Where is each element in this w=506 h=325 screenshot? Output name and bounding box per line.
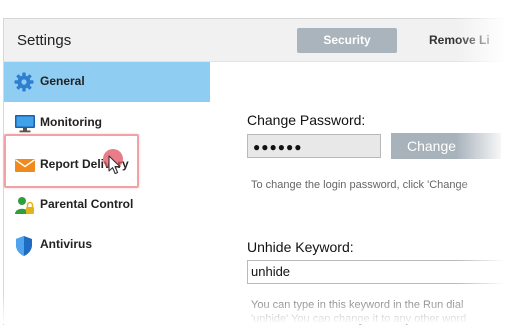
general-settings-panel: Change Password: ●●●●●● Change To change… — [210, 62, 506, 325]
sidebar-item-label: Antivirus — [40, 237, 93, 251]
user-lock-icon — [14, 195, 34, 215]
change-password-button[interactable]: Change — [391, 133, 501, 159]
tab-security[interactable]: Security — [297, 28, 397, 53]
keyword-help-text: You can type in this keyword in the Run … — [251, 299, 464, 311]
unhide-keyword-heading: Unhide Keyword: — [247, 239, 354, 255]
sidebar-item-antivirus[interactable]: Antivirus — [4, 225, 210, 265]
title-bar: Settings Security Remove Li — [4, 19, 506, 62]
sidebar-item-label: Parental Control — [40, 197, 134, 211]
pointer-cursor-icon — [108, 155, 122, 180]
monitor-icon — [14, 113, 35, 133]
sidebar-item-general[interactable]: General — [4, 62, 210, 102]
gear-icon — [14, 72, 34, 92]
password-field[interactable]: ●●●●●● — [247, 134, 381, 158]
sidebar-item-parental-control[interactable]: Parental Control — [4, 185, 210, 225]
sidebar-item-label: Monitoring — [40, 115, 102, 129]
sidebar: General Monitoring Report Delivery Paren… — [4, 62, 210, 325]
password-help-text: To change the login password, click 'Cha… — [251, 179, 468, 191]
keyword-help-text: 'unhide' You can change it to any other … — [251, 313, 467, 325]
tab-remove[interactable]: Remove Li — [416, 28, 506, 53]
sidebar-item-label: General — [40, 74, 85, 88]
shield-icon — [14, 235, 34, 256]
change-password-heading: Change Password: — [247, 112, 366, 128]
unhide-keyword-input[interactable]: unhide — [247, 260, 506, 284]
window-title: Settings — [17, 32, 72, 49]
